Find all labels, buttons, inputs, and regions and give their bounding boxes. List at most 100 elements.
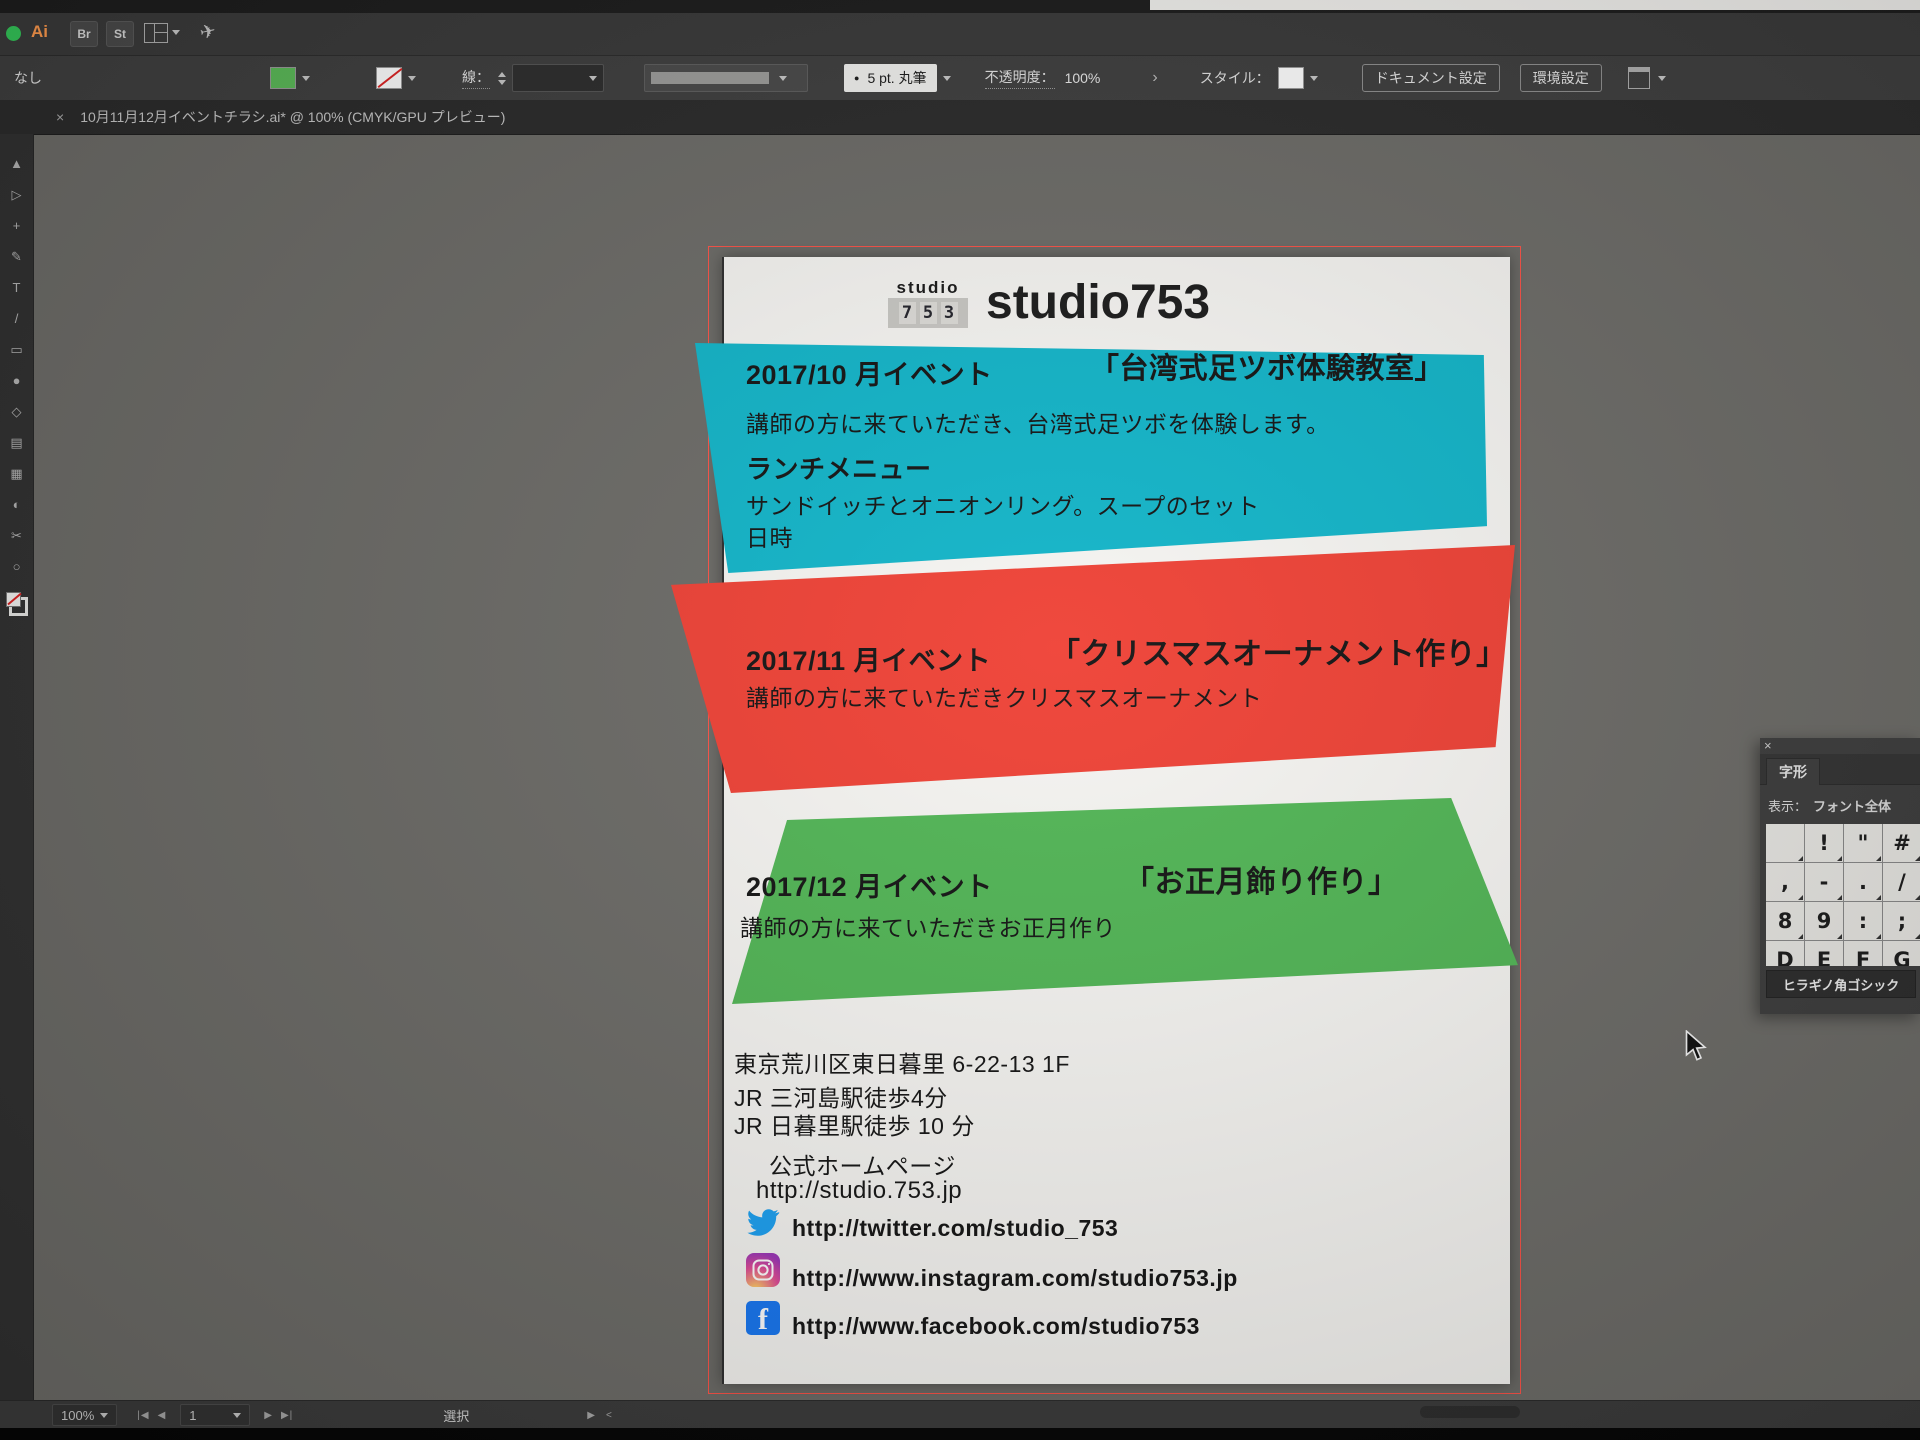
- tool-icon[interactable]: ▲: [4, 148, 30, 179]
- tool-icon[interactable]: /: [4, 303, 30, 334]
- document-tab-title[interactable]: 10月11月12月イベントチラシ.ai* @ 100% (CMYK/GPU プレ…: [80, 107, 505, 127]
- studio753-logo-text: studio753: [986, 275, 1210, 330]
- tool-icon[interactable]: ○: [4, 551, 30, 582]
- glyph-cell[interactable]: /: [1883, 863, 1920, 901]
- glyph-cell[interactable]: [1766, 824, 1804, 862]
- homepage-label: 公式ホームページ: [769, 1147, 956, 1181]
- workspace-chevron-icon[interactable]: [172, 30, 180, 35]
- event-title-november: 「クリスマスオーナメント作り」: [1050, 629, 1507, 673]
- glyph-cell[interactable]: .: [1844, 863, 1882, 901]
- tool-palette: ▲ ▷ + ✎ T / ▭ ● ◇ ▤ ▦ ◐ ✂ ○: [0, 134, 34, 1400]
- stock-button[interactable]: St: [106, 21, 134, 47]
- fill-chevron-icon[interactable]: [302, 76, 310, 81]
- page-number: 1: [189, 1408, 196, 1423]
- width-profile-preview: [651, 72, 769, 84]
- glyph-cell[interactable]: ": [1844, 824, 1882, 862]
- bridge-button[interactable]: Br: [70, 21, 98, 47]
- glyph-cell[interactable]: D: [1766, 941, 1804, 966]
- flyer-artboard[interactable]: studio 753 studio753 2017/10 月イベント 「台湾式足…: [722, 257, 1508, 1384]
- instagram-icon: [746, 1253, 780, 1287]
- brush-dropdown[interactable]: ● 5 pt. 丸筆: [844, 64, 937, 92]
- tool-icon[interactable]: ▭: [4, 334, 30, 365]
- align-icon[interactable]: [1628, 67, 1650, 89]
- status-expand-arrow[interactable]: ▶: [587, 1410, 596, 1421]
- glyph-cell[interactable]: F: [1844, 941, 1882, 966]
- stroke-weight-dropdown[interactable]: [512, 64, 604, 92]
- tool-icon[interactable]: ◇: [4, 396, 30, 427]
- glyph-cell[interactable]: E: [1805, 941, 1843, 966]
- gpu-rocket-icon: ✈: [198, 20, 218, 46]
- horizontal-scrollbar-thumb[interactable]: [1420, 1406, 1520, 1418]
- style-chevron-icon[interactable]: [1310, 76, 1318, 81]
- lunch-menu-desc: サンドイッチとオニオンリング。スープのセット: [746, 487, 1260, 521]
- document-setup-button[interactable]: ドキュメント設定: [1362, 64, 1500, 92]
- fill-swatch[interactable]: [270, 67, 296, 89]
- facebook-letter: f: [758, 1305, 768, 1335]
- tab-close-icon[interactable]: ×: [56, 109, 64, 125]
- page-number-dropdown[interactable]: 1: [180, 1404, 250, 1426]
- width-profile-dropdown[interactable]: [644, 64, 808, 92]
- current-tool-label: 選択: [443, 1406, 469, 1425]
- event-title-december: 「お正月飾り作り」: [1124, 857, 1399, 901]
- ai-logo: Ai: [31, 22, 48, 42]
- facebook-url: http://www.facebook.com/studio753: [792, 1313, 1200, 1340]
- prev-page-button[interactable]: ◀: [158, 1410, 167, 1421]
- fill-stroke-indicator[interactable]: [6, 592, 28, 616]
- first-page-button[interactable]: |◀: [137, 1410, 149, 1421]
- application-bar: Ai Br St ✈: [0, 13, 1920, 56]
- opacity-expand-icon[interactable]: ›: [1152, 69, 1157, 87]
- logo-digits: 753: [888, 298, 968, 328]
- glyph-cell[interactable]: 8: [1766, 902, 1804, 940]
- address-line: JR 日暮里駅徒歩 10 分: [734, 1107, 975, 1141]
- status-collapse-arrow[interactable]: <: [606, 1410, 613, 1421]
- glyphs-panel: × 字形 表示： フォント全体 ! " # , - . / 8 9 : ; D …: [1760, 738, 1920, 1014]
- workspace-layout-icon[interactable]: [144, 23, 168, 43]
- document-tab-bar: × 10月11月12月イベントチラシ.ai* @ 100% (CMYK/GPU …: [0, 100, 1920, 135]
- tool-icon[interactable]: ▷: [4, 179, 30, 210]
- next-page-button[interactable]: ▶: [264, 1410, 273, 1421]
- selection-type-label: なし: [14, 68, 42, 88]
- style-swatch[interactable]: [1278, 67, 1304, 89]
- glyph-cell[interactable]: :: [1844, 902, 1882, 940]
- twitter-icon: [746, 1205, 780, 1239]
- tool-icon[interactable]: ▤: [4, 427, 30, 458]
- tool-icon[interactable]: +: [4, 210, 30, 241]
- logo-word: studio: [888, 279, 968, 296]
- event-title-october: 「台湾式足ツボ体験教室」: [1090, 345, 1444, 387]
- glyph-grid: ! " # , - . / 8 9 : ; D E F G: [1766, 824, 1920, 966]
- stroke-chevron-icon[interactable]: [408, 76, 416, 81]
- show-value-dropdown[interactable]: フォント全体: [1813, 796, 1891, 815]
- glyph-cell[interactable]: ,: [1766, 863, 1804, 901]
- glyph-cell[interactable]: 9: [1805, 902, 1843, 940]
- address-line: 東京荒川区東日暮里 6-22-13 1F: [734, 1045, 1070, 1079]
- homepage-url: http://studio.753.jp: [756, 1177, 962, 1205]
- tool-icon[interactable]: ✂: [4, 520, 30, 551]
- preferences-button[interactable]: 環境設定: [1520, 64, 1602, 92]
- traffic-light-green[interactable]: [6, 26, 21, 41]
- glyph-cell[interactable]: G: [1883, 941, 1920, 966]
- glyphs-tab[interactable]: 字形: [1766, 758, 1820, 785]
- glyph-cell[interactable]: !: [1805, 824, 1843, 862]
- stroke-weight-label[interactable]: 線：: [462, 67, 490, 89]
- tool-icon[interactable]: ✎: [4, 241, 30, 272]
- tool-icon[interactable]: ◐: [4, 489, 30, 520]
- panel-close-icon[interactable]: ×: [1764, 738, 1772, 753]
- glyph-cell[interactable]: ;: [1883, 902, 1920, 940]
- align-chevron-icon[interactable]: [1658, 76, 1666, 81]
- tool-icon[interactable]: ●: [4, 365, 30, 396]
- brush-chevron-icon[interactable]: [943, 76, 951, 81]
- glyph-cell[interactable]: #: [1883, 824, 1920, 862]
- glyph-cell[interactable]: -: [1805, 863, 1843, 901]
- stroke-weight-stepper[interactable]: [498, 72, 506, 85]
- glyph-font-name[interactable]: ヒラギノ角ゴシック: [1766, 970, 1916, 998]
- zoom-level-dropdown[interactable]: 100%: [52, 1404, 117, 1426]
- opacity-label[interactable]: 不透明度：: [985, 67, 1055, 89]
- tool-icon[interactable]: ▦: [4, 458, 30, 489]
- screen-bottom-edge: [0, 1428, 1920, 1440]
- stroke-swatch[interactable]: [376, 67, 402, 89]
- event-desc-november: 講師の方に来ていただきクリスマスオーナメント: [746, 679, 1262, 713]
- opacity-value[interactable]: 100%: [1065, 70, 1101, 86]
- tool-icon[interactable]: T: [4, 272, 30, 303]
- zoom-level: 100%: [61, 1408, 94, 1423]
- last-page-button[interactable]: ▶|: [281, 1410, 293, 1421]
